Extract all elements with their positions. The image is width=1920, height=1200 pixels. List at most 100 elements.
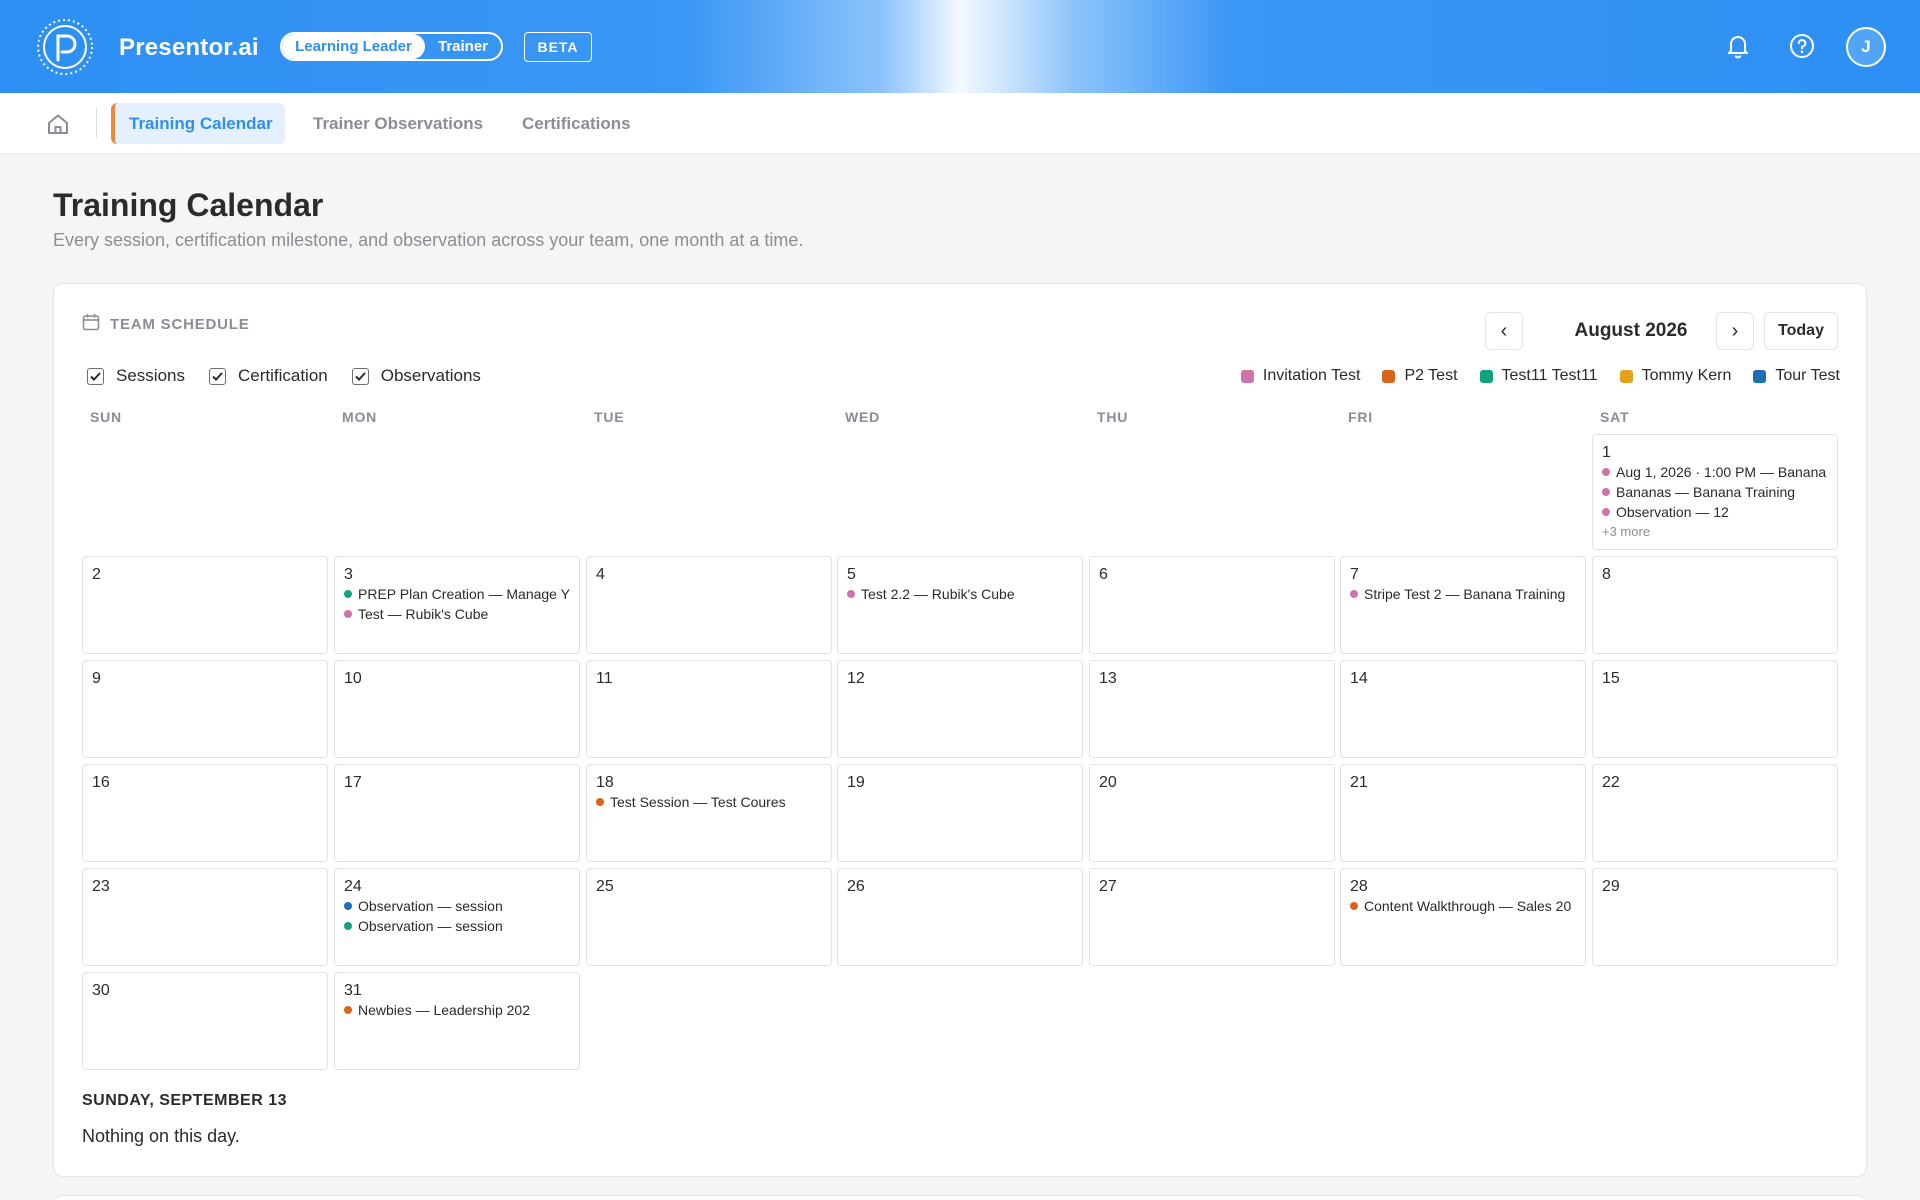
event-dot-icon	[847, 590, 855, 598]
role-trainer[interactable]: Trainer	[425, 34, 501, 59]
legend-label: P2 Test	[1404, 367, 1458, 384]
calendar-event[interactable]: Observation — session	[344, 916, 570, 936]
team-schedule-label: TEAM SCHEDULE	[110, 315, 250, 333]
day-number: 8	[1602, 566, 1611, 583]
calendar-day-14[interactable]: 14	[1340, 660, 1586, 758]
legend-swatch	[1479, 369, 1493, 383]
calendar-event[interactable]: Newbies — Leadership 202	[344, 1000, 570, 1020]
day-number: 1	[1602, 444, 1611, 461]
weekday-sun: SUN	[90, 409, 122, 425]
event-dot-icon	[344, 1006, 352, 1014]
team-schedule-header: TEAM SCHEDULE	[82, 313, 250, 335]
calendar-day-5[interactable]: 5 Test 2.2 — Rubik's Cube	[837, 556, 1083, 654]
calendar-day-16[interactable]: 16	[82, 764, 328, 862]
calendar-day-3[interactable]: 3 PREP Plan Creation — Manage Y Test — Rub…	[334, 556, 580, 654]
presentor-logo-icon[interactable]	[36, 18, 94, 76]
calendar-day-10[interactable]: 10	[334, 660, 580, 758]
user-avatar[interactable]: J	[1846, 27, 1886, 67]
event-dot-icon	[1350, 590, 1358, 598]
day-number: 28	[1350, 878, 1368, 895]
calendar-day-7[interactable]: 7 Stripe Test 2 — Banana Training	[1340, 556, 1586, 654]
day-number: 9	[92, 670, 101, 687]
tab-training-calendar[interactable]: Training Calendar	[111, 103, 285, 144]
role-learning-leader[interactable]: Learning Leader	[282, 34, 425, 59]
day-number: 11	[596, 670, 613, 687]
calendar-day-9[interactable]: 9	[82, 660, 328, 758]
calendar-day-26[interactable]: 26	[837, 868, 1083, 966]
calendar-event[interactable]: Observation — 12	[1602, 502, 1828, 522]
calendar-day-27[interactable]: 27	[1089, 868, 1335, 966]
brand-name: Presentor.ai	[119, 34, 259, 61]
legend-item: P2 Test	[1382, 367, 1458, 385]
next-month-button[interactable]: ›	[1716, 312, 1754, 350]
help-icon[interactable]	[1788, 32, 1816, 60]
calendar-day-18[interactable]: 18 Test Session — Test Coures	[586, 764, 832, 862]
page-title: Training Calendar	[53, 187, 324, 223]
day-number: 5	[847, 566, 856, 583]
trainer-legend: Invitation Test P2 Test Test11 Test11 Tommy…	[1240, 367, 1840, 385]
calendar-day-11[interactable]: 11	[586, 660, 832, 758]
more-events-link[interactable]: +3 more	[1602, 522, 1828, 542]
filter-label: Observations	[380, 366, 481, 385]
event-dot-icon	[344, 590, 352, 598]
calendar-day-19[interactable]: 19	[837, 764, 1083, 862]
calendar-day-15[interactable]: 15	[1592, 660, 1838, 758]
calendar-day-23[interactable]: 23	[82, 868, 328, 966]
checkbox-icon[interactable]	[208, 367, 226, 385]
calendar-event[interactable]: Test Session — Test Coures	[596, 792, 822, 812]
event-dot-icon	[596, 798, 604, 806]
filter-certification[interactable]: Certification	[208, 366, 328, 386]
calendar-day-31[interactable]: 31 Newbies — Leadership 202	[334, 972, 580, 1070]
filter-sessions[interactable]: Sessions	[87, 366, 185, 386]
calendar-day-21[interactable]: 21	[1340, 764, 1586, 862]
calendar-event[interactable]: PREP Plan Creation — Manage Y	[344, 584, 570, 604]
day-number: 25	[596, 878, 614, 895]
day-number: 12	[847, 670, 865, 687]
calendar-day-4[interactable]: 4	[586, 556, 832, 654]
day-number: 21	[1350, 774, 1368, 791]
day-number: 13	[1099, 670, 1117, 687]
calendar-day-6[interactable]: 6	[1089, 556, 1335, 654]
bell-icon[interactable]	[1724, 32, 1752, 60]
selected-day-title: SUNDAY, SEPTEMBER 13	[82, 1092, 288, 1109]
selected-day-empty-text: Nothing on this day.	[82, 1126, 240, 1146]
calendar-event[interactable]: Test — Rubik's Cube	[344, 604, 570, 624]
calendar-day-2[interactable]: 2	[82, 556, 328, 654]
tab-trainer-observations[interactable]: Trainer Observations	[313, 103, 483, 144]
prev-month-button[interactable]: ‹	[1485, 312, 1523, 350]
today-button[interactable]: Today	[1764, 312, 1838, 350]
calendar-day-17[interactable]: 17	[334, 764, 580, 862]
calendar-day-1[interactable]: 1 Aug 1, 2026 · 1:00 PM — Banana Bananas —…	[1592, 434, 1838, 550]
calendar-day-30[interactable]: 30	[82, 972, 328, 1070]
calendar-event[interactable]: Aug 1, 2026 · 1:00 PM — Banana	[1602, 462, 1828, 482]
event-label: Aug 1, 2026 · 1:00 PM — Banana	[1616, 464, 1827, 480]
home-icon[interactable]	[46, 113, 70, 135]
filter-observations[interactable]: Observations	[351, 366, 481, 386]
legend-label: Invitation Test	[1262, 367, 1361, 384]
calendar-day-29[interactable]: 29	[1592, 868, 1838, 966]
checkbox-icon[interactable]	[351, 367, 369, 385]
event-label: Content Walkthrough — Sales 20	[1364, 898, 1572, 914]
calendar-event[interactable]: Stripe Test 2 — Banana Training	[1350, 584, 1576, 604]
calendar-day-22[interactable]: 22	[1592, 764, 1838, 862]
calendar-event[interactable]: Content Walkthrough — Sales 20	[1350, 896, 1576, 916]
event-label: Stripe Test 2 — Banana Training	[1364, 586, 1566, 602]
calendar-day-20[interactable]: 20	[1089, 764, 1335, 862]
day-number: 15	[1602, 670, 1620, 687]
day-number: 23	[92, 878, 110, 895]
event-dot-icon	[1350, 902, 1358, 910]
calendar-day-8[interactable]: 8	[1592, 556, 1838, 654]
calendar-day-13[interactable]: 13	[1089, 660, 1335, 758]
calendar-day-24[interactable]: 24 Observation — session Observation — ses…	[334, 868, 580, 966]
day-number: 4	[596, 566, 605, 583]
calendar-day-25[interactable]: 25	[586, 868, 832, 966]
event-label: Bananas — Banana Training	[1616, 484, 1796, 500]
legend-label: Tommy Kern	[1641, 367, 1732, 384]
calendar-day-12[interactable]: 12	[837, 660, 1083, 758]
calendar-event[interactable]: Observation — session	[344, 896, 570, 916]
calendar-event[interactable]: Bananas — Banana Training	[1602, 482, 1828, 502]
calendar-event[interactable]: Test 2.2 — Rubik's Cube	[847, 584, 1073, 604]
checkbox-icon[interactable]	[87, 367, 104, 385]
calendar-day-28[interactable]: 28 Content Walkthrough — Sales 20	[1340, 868, 1586, 966]
tab-certifications[interactable]: Certifications	[522, 103, 631, 144]
